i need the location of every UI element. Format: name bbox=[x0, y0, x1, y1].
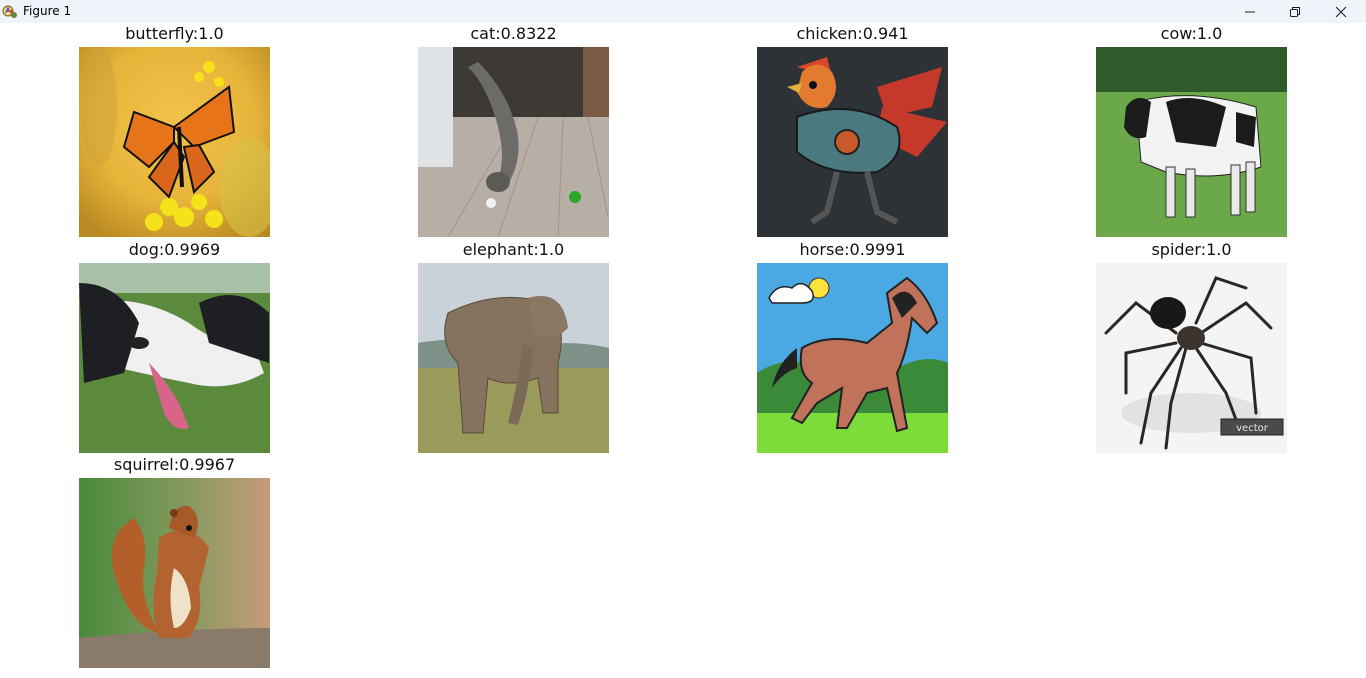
restore-icon bbox=[1290, 6, 1300, 17]
subplot-title: horse:0.9991 bbox=[799, 240, 906, 259]
elephant-image bbox=[418, 263, 609, 453]
minimize-icon bbox=[1245, 11, 1255, 12]
dog-image bbox=[79, 263, 270, 453]
horse-image bbox=[757, 263, 948, 453]
cat-image bbox=[418, 47, 609, 237]
close-button[interactable] bbox=[1318, 0, 1364, 23]
subplot-title: chicken:0.941 bbox=[796, 24, 909, 43]
squirrel-image bbox=[79, 478, 270, 668]
vector-badge: vector bbox=[1220, 418, 1284, 436]
subplot-title: squirrel:0.9967 bbox=[113, 455, 236, 474]
cow-image bbox=[1096, 47, 1287, 237]
restore-button[interactable] bbox=[1272, 0, 1318, 23]
butterfly-image bbox=[79, 47, 270, 237]
figure-canvas: butterfly:1.0 cat:0.8322 chicken:0.941 c… bbox=[0, 23, 1366, 678]
minimize-button[interactable] bbox=[1227, 0, 1273, 23]
subplot-title: elephant:1.0 bbox=[462, 240, 565, 259]
subplot-title: cow:1.0 bbox=[1160, 24, 1223, 43]
subplot-title: butterfly:1.0 bbox=[125, 24, 224, 43]
chicken-image bbox=[757, 47, 948, 237]
window-title-bar: Figure 1 bbox=[0, 0, 1366, 23]
vector-badge-label: vector bbox=[1236, 423, 1269, 434]
subplot-title: spider:1.0 bbox=[1151, 240, 1232, 259]
close-icon bbox=[1335, 6, 1347, 17]
spider-image: vector bbox=[1096, 263, 1287, 453]
subplot-title: cat:0.8322 bbox=[470, 24, 557, 43]
matplotlib-app-icon bbox=[2, 3, 18, 19]
subplot-title: dog:0.9969 bbox=[128, 240, 221, 259]
window-title: Figure 1 bbox=[23, 4, 72, 18]
